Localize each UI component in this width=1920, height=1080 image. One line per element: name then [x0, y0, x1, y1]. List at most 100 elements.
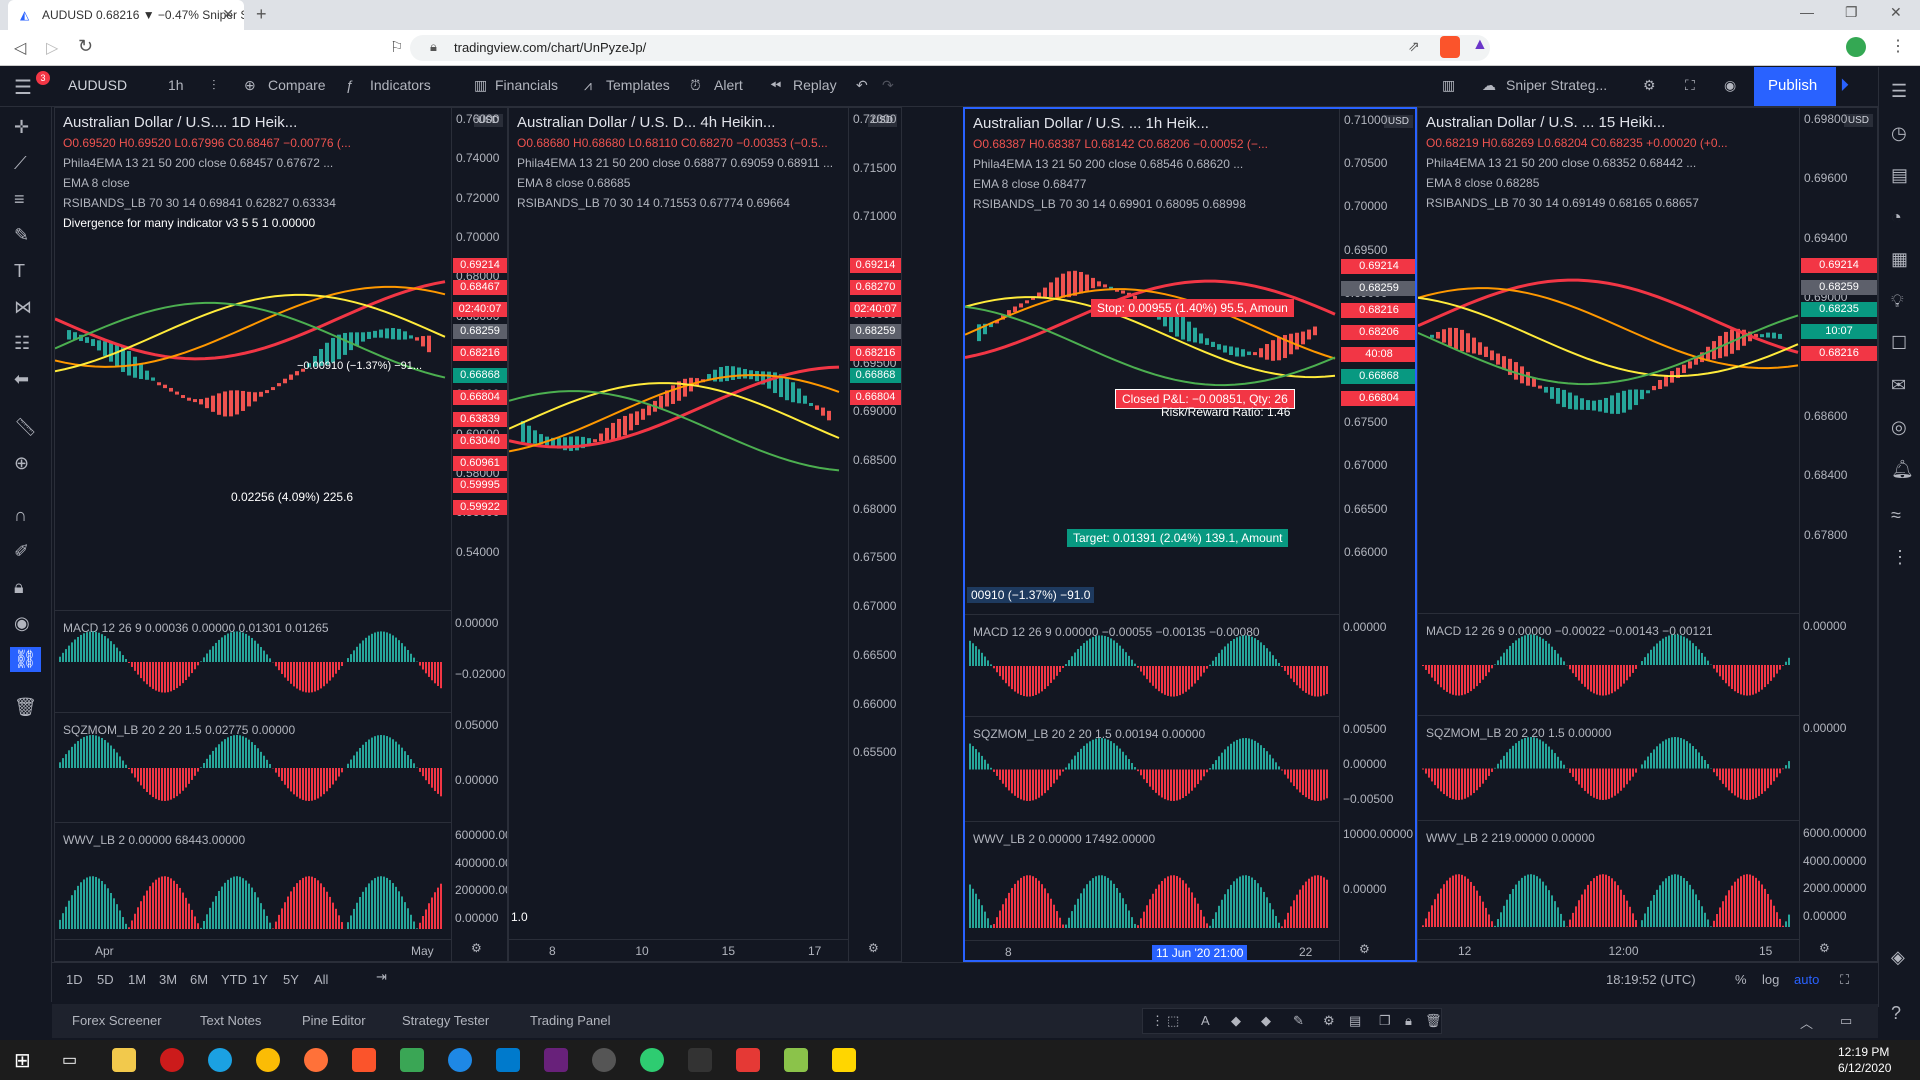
watchlist-icon[interactable]: ☰ [1891, 81, 1907, 102]
alerts-clock-icon[interactable]: ◷ [1891, 123, 1907, 144]
notifications-bell-icon[interactable]: 🔔︎ [1891, 459, 1914, 480]
magnet-icon[interactable]: ∩ [14, 505, 27, 526]
tab-strategy-tester[interactable]: Strategy Tester [402, 1013, 489, 1028]
maximize-window-icon[interactable]: ❐ [1845, 4, 1858, 21]
task-view-icon[interactable]: ▭ [62, 1050, 77, 1070]
vscode-icon[interactable] [496, 1048, 520, 1072]
snapshot-camera-icon[interactable]: ◉ [1724, 77, 1736, 94]
wwv-subpane[interactable]: WWV_LB 2 0.00000 17492.00000 [965, 821, 1339, 931]
file-explorer-icon[interactable] [112, 1048, 136, 1072]
publish-button[interactable]: Publish [1754, 67, 1836, 106]
fill-color-icon[interactable]: ◆ [1231, 1013, 1241, 1029]
tab-forex-screener[interactable]: Forex Screener [72, 1013, 162, 1028]
play-circle-icon[interactable]: ⏵ [1840, 75, 1849, 96]
clone-icon[interactable]: ❐ [1379, 1013, 1391, 1029]
settings-app-icon[interactable] [592, 1048, 616, 1072]
app-icon-green[interactable] [400, 1048, 424, 1072]
compare-button[interactable]: Compare [268, 77, 326, 93]
time-axis[interactable]: Apr May [55, 939, 451, 961]
pen-icon[interactable]: ✎ [1293, 1013, 1304, 1029]
time-axis[interactable]: 12 12:00 15 [1418, 939, 1799, 961]
fullscreen-icon[interactable]: ⛶ [1685, 77, 1695, 94]
help-icon[interactable]: ? [1891, 1003, 1901, 1024]
profile-avatar[interactable] [1846, 37, 1866, 57]
brush-icon[interactable]: ✎ [14, 225, 29, 246]
phila4ema-legend[interactable]: Phila4EMA 13 21 50 200 close 0.68352 0.6… [1426, 156, 1696, 170]
tab-text-notes[interactable]: Text Notes [200, 1013, 261, 1028]
close-window-icon[interactable]: ✕ [1890, 4, 1902, 21]
close-tab-icon[interactable]: ✕ [222, 6, 234, 23]
ohlc-readout[interactable]: O0.68219 H0.68269 L0.68204 C0.68235 +0.0… [1426, 136, 1728, 150]
lock-drawing-icon[interactable]: 🔒︎ [1405, 1013, 1412, 1029]
sqz-subpane[interactable]: SQZMOM_LB 20 2 20 1.5 0.02775 0.00000 [55, 712, 451, 822]
trash-icon[interactable]: 🗑︎ [14, 697, 37, 718]
percent-scale-button[interactable]: % [1735, 972, 1747, 987]
range-3m[interactable]: 3M [159, 972, 177, 987]
forward-icon[interactable]: ▷ [46, 38, 58, 58]
open-external-icon[interactable]: ⇗ [1408, 38, 1420, 55]
log-scale-button[interactable]: log [1762, 972, 1779, 987]
text-color-icon[interactable]: A [1201, 1013, 1210, 1028]
symbol-search-button[interactable]: AUDUSD [68, 77, 127, 93]
brave-rewards-icon[interactable]: ▲ [1472, 36, 1488, 54]
chart-pane-3[interactable]: USD0.710000.705000.700000.695000.690000.… [963, 107, 1417, 962]
phila4ema-legend[interactable]: Phila4EMA 13 21 50 200 close 0.68546 0.6… [973, 157, 1243, 171]
streams-icon[interactable]: ◎ [1891, 417, 1907, 438]
range-5d[interactable]: 5D [97, 972, 114, 987]
chart-settings-icon[interactable]: ⚙ [1359, 942, 1370, 956]
firefox-icon[interactable] [304, 1048, 328, 1072]
chart-settings-icon[interactable]: ⚙ [868, 941, 879, 955]
ideas-bulb-icon[interactable]: 💡︎ [1891, 291, 1904, 312]
url-field[interactable]: 🔒︎ tradingview.com/chart/UnPyzeJp/ [410, 35, 1490, 61]
wwv-subpane[interactable]: WWV_LB 2 219.00000 0.00000 [1418, 820, 1799, 930]
financials-button[interactable]: Financials [495, 77, 558, 93]
ruler-icon[interactable]: 📏︎ [14, 417, 37, 438]
app-icon-blue[interactable] [448, 1048, 472, 1072]
visual-studio-icon[interactable] [544, 1048, 568, 1072]
delete-drawing-icon[interactable]: 🗑︎ [1425, 1013, 1442, 1029]
chart-title[interactable]: Australian Dollar / U.S. ... 15 Heiki... [1426, 114, 1665, 131]
ohlc-readout[interactable]: O0.68387 H0.68387 L0.68142 C0.68206 −0.0… [973, 137, 1268, 151]
chart-title[interactable]: Australian Dollar / U.S. ... 1h Heik... [973, 115, 1209, 132]
interval-button[interactable]: 1h [168, 77, 184, 93]
new-tab-icon[interactable]: + [256, 4, 267, 25]
tab-pine-editor[interactable]: Pine Editor [302, 1013, 366, 1028]
browser-menu-icon[interactable]: ⋮ [1890, 36, 1906, 56]
stay-drawing-icon[interactable]: ✐ [14, 541, 29, 562]
prediction-icon[interactable]: ☷ [14, 333, 30, 354]
fullscreen-expand-icon[interactable]: ⛶ [1840, 972, 1849, 988]
sqz-subpane[interactable]: SQZMOM_LB 20 2 20 1.5 0.00194 0.00000 [965, 716, 1339, 821]
chart-pane-4[interactable]: USD0.698000.696000.694000.690000.688000.… [1417, 107, 1878, 962]
hide-icon[interactable]: ◉ [14, 613, 30, 634]
ema8-legend[interactable]: EMA 8 close 0.68685 [517, 176, 630, 190]
brave-icon[interactable] [352, 1048, 376, 1072]
rsibands-legend[interactable]: RSIBANDS_LB 70 30 14 0.69901 0.68095 0.6… [973, 197, 1246, 211]
chart-pane-2[interactable]: USD0.720000.715000.710000.705000.700000.… [508, 107, 902, 962]
ema8-legend[interactable]: EMA 8 close 0.68285 [1426, 176, 1539, 190]
chart-pane-1[interactable]: USD 0.76000 0.74000 0.72000 0.70000 0.68000 0.… [54, 107, 508, 962]
target-label[interactable]: Target: 0.01391 (2.04%) 139.1, Amount [1067, 529, 1289, 547]
reload-icon[interactable]: ↻ [78, 36, 93, 57]
macd-subpane[interactable]: MACD 12 26 9 0.00000 −0.00022 −0.00143 −… [1418, 613, 1799, 715]
ohlc-readout[interactable]: O0.69520 H0.69520 L0.67996 C0.68467 −0.0… [63, 136, 351, 150]
phila4ema-legend[interactable]: Phila4EMA 13 21 50 200 close 0.68877 0.6… [517, 156, 833, 170]
wwv-subpane[interactable]: WWV_LB 2 0.00000 68443.00000 [55, 822, 451, 932]
price-chart[interactable] [509, 108, 848, 820]
layers-icon[interactable]: ◈ [1891, 947, 1905, 968]
lock-drawings-icon[interactable]: 🔒︎ [14, 577, 24, 598]
macd-subpane[interactable]: MACD 12 26 9 0.00036 0.00000 0.01301 0.0… [55, 610, 451, 712]
time-axis[interactable]: 8 10 15 17 [509, 939, 848, 961]
visual-order-icon[interactable]: ▤ [1349, 1013, 1361, 1029]
fib-icon[interactable]: ≡ [14, 189, 25, 210]
layout-name-button[interactable]: Sniper Strateg... [1506, 77, 1607, 93]
crosshair-icon[interactable]: ✛ [14, 117, 29, 138]
phila4ema-legend[interactable]: Phila4EMA 13 21 50 200 close 0.68457 0.6… [63, 156, 333, 170]
range-ytd[interactable]: YTD [221, 972, 247, 987]
undo-icon[interactable]: ↶ [856, 77, 868, 94]
edge-icon[interactable] [208, 1048, 232, 1072]
sticky-notes-icon[interactable] [832, 1048, 856, 1072]
range-1y[interactable]: 1Y [252, 972, 268, 987]
auto-scale-button[interactable]: auto [1794, 972, 1819, 987]
rsibands-legend[interactable]: RSIBANDS_LB 70 30 14 0.69841 0.62827 0.6… [63, 196, 336, 210]
chart-settings-icon[interactable]: ⚙ [471, 941, 482, 955]
